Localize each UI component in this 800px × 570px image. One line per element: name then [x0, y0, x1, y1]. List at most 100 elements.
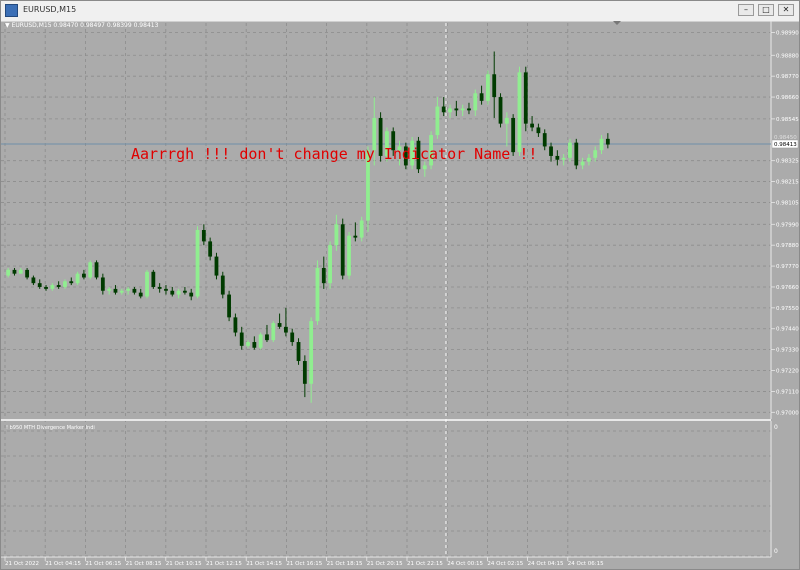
candle-body: [170, 290, 175, 295]
candle-body: [549, 146, 553, 156]
candle-body: [334, 224, 339, 246]
candle: [252, 336, 257, 350]
candle-body: [201, 229, 206, 242]
time-tick-label: 21 Oct 10:15: [166, 561, 202, 567]
price-tick-label: 0.98545: [776, 117, 799, 123]
candle-body: [593, 150, 598, 158]
candle-body: [347, 235, 351, 276]
price-chart[interactable]: 0.98990 0.98880 0.98770 0.98660 0.98545 0.983…: [1, 21, 799, 569]
candle: [347, 231, 351, 280]
candle-body: [284, 326, 288, 333]
candle-body: [227, 294, 231, 318]
candle: [220, 271, 225, 299]
candle: [56, 281, 61, 289]
price-scale: 0.98990 0.98880 0.98770 0.98660 0.98545 0.983…: [771, 30, 799, 416]
candle-body: [138, 292, 143, 297]
candle: [486, 70, 490, 105]
candle-body: [498, 97, 503, 124]
subwindow-scale-bottom: 0: [774, 548, 778, 555]
close-button[interactable]: ✕: [778, 4, 794, 16]
candle: [309, 317, 314, 403]
candle-body: [454, 108, 459, 111]
price-tick-label: 0.98660: [776, 95, 799, 101]
candle-body: [605, 138, 610, 145]
candle: [107, 286, 112, 295]
candle: [593, 146, 598, 162]
candle: [132, 286, 137, 295]
candle-body: [486, 74, 490, 101]
candle-body: [176, 290, 181, 295]
candle: [201, 224, 206, 246]
candle-body: [233, 317, 238, 333]
candle: [145, 269, 149, 299]
candle-body: [113, 288, 118, 293]
candle-body: [555, 155, 560, 160]
candle-body: [587, 157, 591, 162]
candle-body: [75, 273, 80, 284]
candle-body: [69, 281, 74, 284]
candle-body: [100, 277, 105, 291]
maximize-button[interactable]: □: [758, 4, 774, 16]
scroll-marker-icon: [613, 21, 621, 25]
candle: [138, 288, 143, 299]
price-tick-label: 0.98215: [776, 180, 799, 186]
candle-body: [561, 157, 566, 160]
candle: [239, 326, 244, 350]
candle: [119, 288, 124, 295]
chart-window-icon: [5, 4, 18, 17]
time-tick-label: 21 Oct 14:15: [246, 561, 282, 567]
candle: [290, 328, 295, 346]
candle: [50, 283, 55, 291]
candle-body: [151, 271, 156, 287]
minimize-button[interactable]: –: [738, 4, 754, 16]
candle: [183, 286, 187, 295]
candle-body: [132, 288, 137, 293]
current-price-value: 0.98413: [774, 142, 797, 148]
candle: [523, 66, 528, 132]
candle: [277, 313, 282, 329]
candle: [233, 313, 238, 337]
time-tick-label: 24 Oct 00:15: [447, 561, 483, 567]
candle-body: [126, 288, 130, 291]
candle-body: [473, 93, 478, 111]
candle: [504, 112, 509, 147]
candle-body: [340, 224, 345, 276]
candle: [498, 93, 503, 128]
candle: [422, 161, 427, 177]
candle-body: [88, 262, 93, 278]
price-tick-label: 0.98325: [776, 159, 799, 165]
candle: [580, 157, 585, 170]
candle-body: [252, 342, 257, 348]
candle-body: [220, 275, 225, 295]
candle: [170, 286, 175, 297]
price-tick-label: 0.98770: [776, 74, 799, 80]
candle: [284, 307, 288, 337]
candle-body: [271, 323, 276, 341]
candle: [587, 154, 591, 166]
candle-body: [353, 235, 358, 238]
candle-body: [56, 285, 61, 287]
menu-arrow-icon[interactable]: ▼: [5, 22, 10, 29]
price-tick-label: 0.97330: [776, 348, 799, 354]
candle: [6, 267, 11, 278]
candle-body: [82, 273, 86, 278]
candle: [517, 66, 522, 156]
title-bar[interactable]: EURUSD,M15 – □ ✕: [1, 1, 799, 22]
candle: [296, 338, 301, 365]
subwindow-grid: [1, 430, 771, 557]
candle: [265, 324, 269, 343]
subwindow-title: ! b950 MTH Divergence Marker Indi: [6, 425, 95, 431]
candle-body: [157, 286, 162, 289]
candle-body: [599, 138, 604, 151]
candle-body: [6, 269, 11, 276]
candle-body: [25, 269, 29, 278]
candle-body: [328, 245, 332, 284]
price-tick-label: 0.98105: [776, 200, 799, 206]
candle-body: [119, 290, 124, 293]
candle-body: [492, 74, 497, 98]
chart-window[interactable]: EURUSD,M15 – □ ✕ 0.98990 0.98880 0.98770 0.…: [0, 0, 800, 570]
candle: [208, 237, 213, 261]
candle-body: [246, 342, 250, 346]
chart-info-text: EURUSD,M15 0.98470 0.98497 0.98399 0.984…: [11, 22, 159, 29]
price-tag-above: 0.98450: [774, 135, 797, 141]
